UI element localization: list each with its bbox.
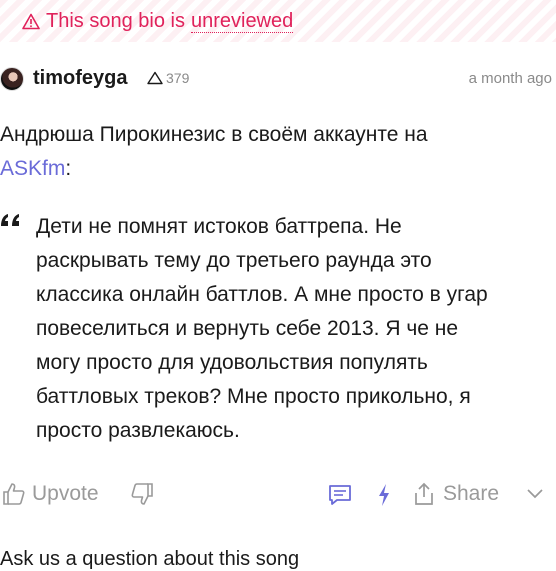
- quote-line: раскрывать тему до третьего раунда это: [36, 249, 432, 272]
- lightning-icon: [379, 484, 389, 506]
- action-bar: Upvote Share: [0, 480, 556, 512]
- quote-line: просто развлекаюсь.: [36, 419, 240, 442]
- warning-triangle-icon: [22, 13, 40, 29]
- intro-suffix: :: [65, 157, 72, 180]
- share-button[interactable]: Share: [413, 482, 499, 506]
- bio-quote: Дети не помнят истоков баттрепа. Не раск…: [36, 210, 541, 448]
- banner-text: This song bio is: [46, 9, 185, 32]
- quote-mark-icon: [1, 214, 19, 226]
- quote-line: классика онлайн баттлов. А мне просто в …: [36, 283, 488, 306]
- ask-question-heading: Ask us a question about this song: [0, 548, 300, 570]
- avatar[interactable]: [0, 67, 24, 91]
- lightning-button[interactable]: [376, 483, 392, 507]
- quote-line: могу просто для удовольствия популять: [36, 351, 428, 374]
- iq-badge: 379: [147, 70, 189, 86]
- intro-text: Андрюша Пирокинезис в своём аккаунте на: [0, 123, 428, 146]
- share-label: Share: [443, 482, 500, 505]
- downvote-button[interactable]: [130, 482, 154, 506]
- quote-line: повеселиться и вернуть себе 2013. Я че н…: [36, 317, 459, 340]
- comment-button[interactable]: [328, 483, 352, 507]
- post-timestamp[interactable]: a month ago: [469, 70, 552, 87]
- askfm-link[interactable]: ASKfm: [0, 157, 65, 180]
- username-link[interactable]: timofeyga: [33, 67, 127, 90]
- quote-line: Дети не помнят истоков баттрепа. Не: [36, 215, 402, 238]
- upvote-label: Upvote: [32, 482, 99, 505]
- banner-content: This song bio is unreviewed: [22, 9, 294, 33]
- unreviewed-link[interactable]: unreviewed: [190, 10, 294, 33]
- chevron-down-icon: [527, 489, 543, 499]
- thumbs-down-icon: [131, 483, 153, 505]
- share-icon: [415, 482, 433, 505]
- iq-triangle-icon: [147, 71, 163, 85]
- iq-count: 379: [166, 70, 190, 86]
- thumbs-up-icon: [3, 483, 25, 505]
- upvote-button[interactable]: Upvote: [2, 482, 99, 506]
- quote-line: баттловых треков? Мне просто прикольно, …: [36, 385, 471, 408]
- unreviewed-banner: This song bio is unreviewed: [0, 0, 556, 42]
- more-options-button[interactable]: [526, 488, 544, 500]
- bio-intro: Андрюша Пирокинезис в своём аккаунте на …: [0, 118, 540, 186]
- comment-icon: [329, 485, 351, 505]
- post-meta: timofeyga 379 a month ago: [0, 62, 556, 96]
